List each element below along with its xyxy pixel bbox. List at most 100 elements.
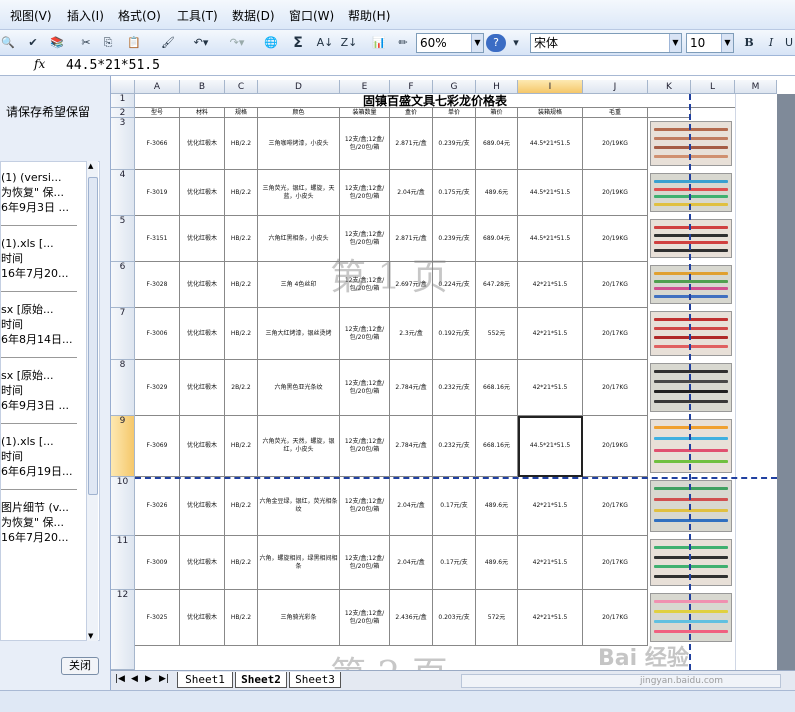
data-cell[interactable]: F-3029 xyxy=(135,360,180,416)
data-cell[interactable]: 20/19KG xyxy=(583,118,648,170)
data-cell[interactable]: 0.192元/支 xyxy=(433,308,476,360)
data-cell[interactable]: 44.5*21*51.5 xyxy=(518,416,583,477)
menu-window[interactable]: 窗口(W) xyxy=(289,7,334,24)
data-cell[interactable]: 0.17元/支 xyxy=(433,477,476,536)
recovery-entry-line[interactable]: sx [原始... xyxy=(1,302,99,317)
data-cell[interactable]: 2.436元/盒 xyxy=(390,590,433,646)
recovery-entry-line[interactable]: 6年6月19日... xyxy=(1,464,99,479)
recovery-entry-line[interactable]: (1).xls [... xyxy=(1,434,99,449)
data-cell[interactable]: 42*21*51.5 xyxy=(518,360,583,416)
data-cell[interactable]: 42*21*51.5 xyxy=(518,477,583,536)
data-cell[interactable]: 42*21*51.5 xyxy=(518,308,583,360)
data-cell[interactable]: 优化红椴木 xyxy=(180,536,225,590)
data-cell[interactable]: 优化红椴木 xyxy=(180,477,225,536)
menu-help[interactable]: 帮助(H) xyxy=(348,7,390,24)
data-cell[interactable]: 668.16元 xyxy=(476,416,518,477)
recovery-entry-line[interactable]: 时间 xyxy=(1,251,99,266)
product-photo[interactable] xyxy=(650,419,732,473)
data-cell[interactable]: 三角骑光彩条 xyxy=(258,590,340,646)
data-cell[interactable]: 12支/盒;12盒/包/20包/箱 xyxy=(340,536,390,590)
recovery-entry-line[interactable]: 6年9月3日 ... xyxy=(1,200,99,215)
data-cell[interactable]: F-3025 xyxy=(135,590,180,646)
header-cell[interactable]: 材料 xyxy=(180,108,225,118)
recovery-entry-line[interactable]: 为恢复" 保... xyxy=(1,185,99,200)
horizontal-scrollbar[interactable] xyxy=(461,674,781,688)
data-cell[interactable]: 三角荧光，银红，螺旋，天蓝，小皮头 xyxy=(258,170,340,216)
data-cell[interactable]: 三角 4色丝印 xyxy=(258,262,340,308)
data-cell[interactable]: 优化红椴木 xyxy=(180,262,225,308)
recovery-entry-line[interactable]: 为恢复" 保... xyxy=(1,515,99,530)
data-cell[interactable]: 优化红椴木 xyxy=(180,170,225,216)
cut-icon[interactable]: ✂ xyxy=(78,34,94,52)
tab-sheet1[interactable]: Sheet1 xyxy=(177,672,233,688)
recovery-entry-line[interactable]: 时间 xyxy=(1,383,99,398)
column-header-k[interactable]: K xyxy=(648,80,691,94)
data-cell[interactable]: 552元 xyxy=(476,308,518,360)
product-photo[interactable] xyxy=(650,121,732,166)
recovery-entry-line[interactable]: 6年9月3日 ... xyxy=(1,398,99,413)
scroll-thumb[interactable] xyxy=(88,177,98,495)
product-photo[interactable] xyxy=(650,173,732,212)
data-cell[interactable]: 44.5*21*51.5 xyxy=(518,216,583,262)
column-header-m[interactable]: M xyxy=(735,80,777,94)
data-cell[interactable]: 44.5*21*51.5 xyxy=(518,118,583,170)
chevron-down-icon[interactable]: ▼ xyxy=(721,34,733,52)
data-cell[interactable]: 优化红椴木 xyxy=(180,118,225,170)
data-cell[interactable]: 2.04元/盒 xyxy=(390,536,433,590)
next-sheet-icon[interactable]: ▶ xyxy=(145,674,152,684)
recovery-scrollbar[interactable]: ▲ ▼ xyxy=(86,161,98,641)
header-cell[interactable]: 毛重 xyxy=(583,108,648,118)
data-cell[interactable]: 0.203元/支 xyxy=(433,590,476,646)
tab-sheet2[interactable]: Sheet2 xyxy=(235,672,287,688)
chevron-down-icon[interactable]: ▼ xyxy=(669,34,681,52)
column-header-f[interactable]: F xyxy=(390,80,433,94)
data-cell[interactable]: 42*21*51.5 xyxy=(518,262,583,308)
data-cell[interactable]: 2.784元/盒 xyxy=(390,416,433,477)
drawing-icon[interactable]: ✏ xyxy=(394,34,412,52)
column-header-b[interactable]: B xyxy=(180,80,225,94)
data-cell[interactable]: F-3066 xyxy=(135,118,180,170)
data-cell[interactable]: 489.6元 xyxy=(476,170,518,216)
column-header-a[interactable]: A xyxy=(135,80,180,94)
data-cell[interactable]: 689.04元 xyxy=(476,216,518,262)
column-header-i[interactable]: I xyxy=(518,80,583,94)
data-cell[interactable]: 优化红椴木 xyxy=(180,360,225,416)
data-cell[interactable]: 优化红椴木 xyxy=(180,590,225,646)
data-cell[interactable]: F-3026 xyxy=(135,477,180,536)
data-cell[interactable]: 489.6元 xyxy=(476,477,518,536)
paste-icon[interactable]: 📋 xyxy=(122,34,146,52)
worksheet[interactable]: 固镇百盛文具七彩龙价格表 型号 材料 规格 颜色 装箱数量 盒价 单价 箱价 装箱规格 毛重 F-… xyxy=(135,94,735,670)
chevron-down-icon[interactable]: ▼ xyxy=(471,34,483,52)
autosum-icon[interactable]: Σ xyxy=(286,34,310,52)
data-cell[interactable]: 489.6元 xyxy=(476,536,518,590)
prev-sheet-icon[interactable]: ◀ xyxy=(131,674,138,684)
data-cell[interactable]: 0.17元/支 xyxy=(433,536,476,590)
data-cell[interactable]: 六角荧光，天然，螺旋，银红，小皮头 xyxy=(258,416,340,477)
data-cell[interactable]: 20/17KG xyxy=(583,477,648,536)
data-cell[interactable]: 44.5*21*51.5 xyxy=(518,170,583,216)
data-cell[interactable]: 12支/盒;12盒/包/20包/箱 xyxy=(340,590,390,646)
data-cell[interactable]: F-3019 xyxy=(135,170,180,216)
data-cell[interactable]: 2B/2.2 xyxy=(225,360,258,416)
research-icon[interactable]: 📚 xyxy=(48,34,66,52)
header-cell[interactable]: 装箱数量 xyxy=(340,108,390,118)
recovery-entry-line[interactable]: 6年8月14日... xyxy=(1,332,99,347)
format-painter-icon[interactable]: 🖌 xyxy=(160,34,176,52)
chart-wizard-icon[interactable]: 📊 xyxy=(370,34,388,52)
data-cell[interactable]: 2.3元/盒 xyxy=(390,308,433,360)
header-cell[interactable]: 装箱规格 xyxy=(518,108,583,118)
data-cell[interactable]: 0.175元/支 xyxy=(433,170,476,216)
data-cell[interactable]: 2.784元/盒 xyxy=(390,360,433,416)
hyperlink-icon[interactable]: 🌐 xyxy=(262,34,280,52)
data-cell[interactable]: F-3006 xyxy=(135,308,180,360)
tab-sheet3[interactable]: Sheet3 xyxy=(289,672,341,688)
product-photo[interactable] xyxy=(650,265,732,304)
product-photo[interactable] xyxy=(650,363,732,412)
product-photo[interactable] xyxy=(650,311,732,356)
recovery-entry-line[interactable]: 图片细节 (v... xyxy=(1,500,99,515)
recovery-entry-line[interactable]: sx [原始... xyxy=(1,368,99,383)
data-cell[interactable]: HB/2.2 xyxy=(225,118,258,170)
data-cell[interactable]: 42*21*51.5 xyxy=(518,536,583,590)
redo-icon[interactable]: ↷▾ xyxy=(224,34,250,52)
chevron-up-icon[interactable]: ▲ xyxy=(88,162,93,170)
